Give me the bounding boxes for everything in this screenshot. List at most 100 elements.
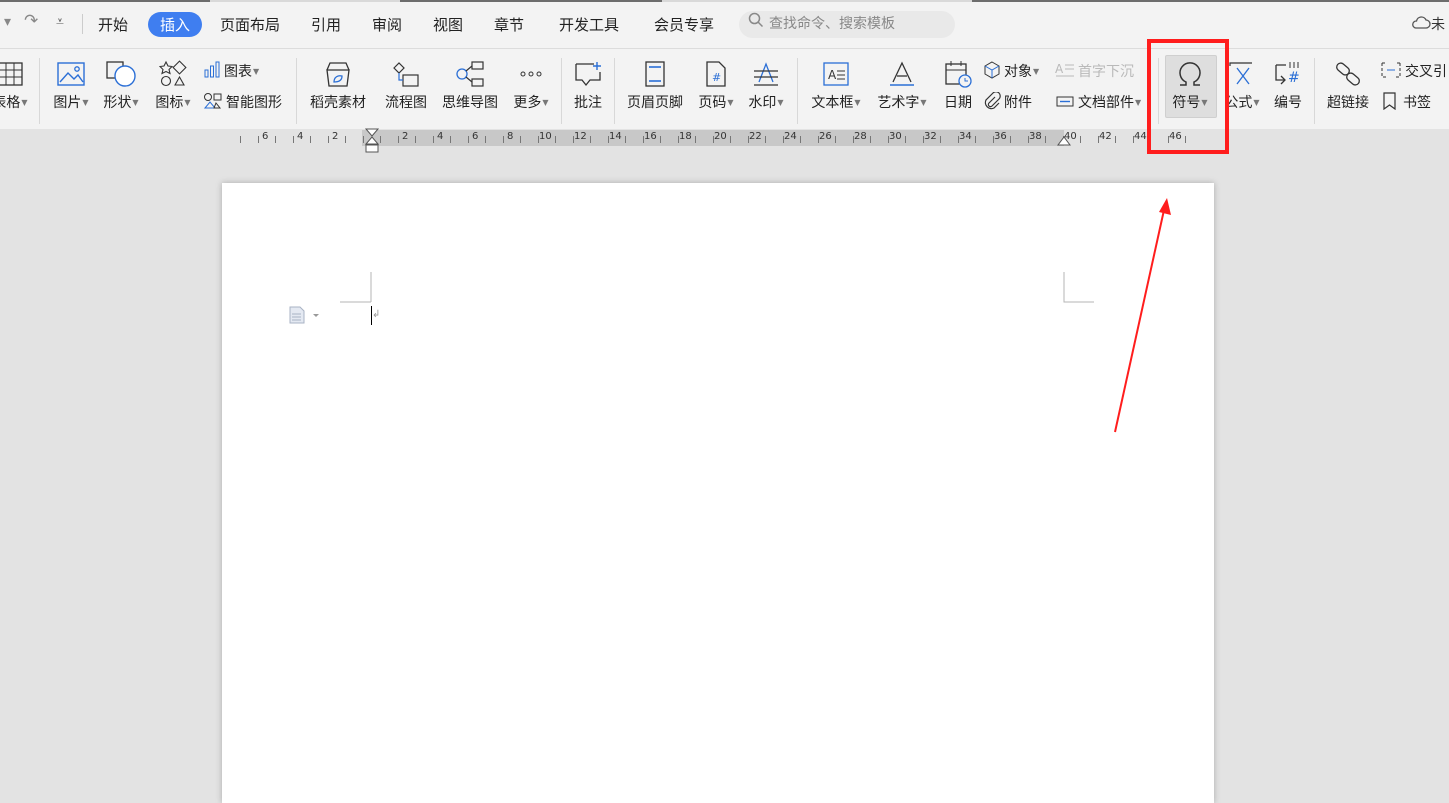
undo-dropdown-icon[interactable]: ▾ (4, 14, 11, 30)
attachment-label: 附件 (1004, 95, 1032, 111)
numbering-icon: # (1275, 62, 1300, 86)
ruler-number: 38 (1029, 131, 1042, 142)
wordart-button[interactable]: 艺术字▼ (872, 60, 932, 112)
ruler-tick (520, 136, 521, 143)
smart-graphic-button[interactable]: 智能图形 (203, 92, 282, 112)
bookmark-icon (1383, 92, 1396, 111)
ruler-number: 32 (924, 131, 937, 142)
crossref-icon (1381, 62, 1401, 78)
ruler-tick (450, 136, 451, 143)
ruler-tick (1098, 136, 1099, 143)
ruler-tick (293, 136, 294, 143)
more-button[interactable]: 更多▼ (508, 60, 554, 112)
flowchart-label: 流程图 (385, 95, 427, 111)
watermark-button[interactable]: 水印▼ (744, 60, 788, 112)
ruler-number: 2 (332, 131, 339, 142)
bookmark-button[interactable]: 书签 (1380, 92, 1431, 112)
shape-button[interactable]: 形状▼ (98, 60, 144, 112)
tab-developer[interactable]: 开发工具 (559, 14, 619, 35)
svg-text:A: A (1055, 62, 1064, 76)
ruler-tick (468, 136, 469, 143)
ruler-number: 16 (644, 131, 657, 142)
cube-icon (984, 61, 1000, 79)
dropcap-label: 首字下沉 (1078, 64, 1134, 80)
date-label: 日期 (944, 95, 972, 111)
ruler-tick (345, 136, 346, 143)
cloud-icon (1412, 16, 1431, 29)
customize-toolbar-icon[interactable]: ⩡ (56, 14, 64, 30)
link-icon (1336, 62, 1360, 86)
chart-button[interactable]: 图表▼ (203, 61, 259, 81)
ruler-tick (608, 136, 609, 143)
material-store-icon (326, 62, 350, 87)
hyperlink-button[interactable]: 超链接 (1322, 60, 1374, 112)
search-input[interactable]: 查找命令、搜索模板 (739, 11, 955, 38)
ruler-tick (783, 136, 784, 143)
tab-page-layout[interactable]: 页面布局 (220, 14, 280, 35)
header-footer-icon (645, 61, 665, 87)
ruler-number: 28 (854, 131, 867, 142)
crossref-button[interactable]: 交叉引 (1380, 61, 1447, 81)
ruler-number: 2 (402, 131, 409, 142)
more-dots-icon (520, 71, 542, 77)
ruler-tick (380, 136, 381, 143)
dropcap-button[interactable]: A 首字下沉 (1055, 61, 1134, 81)
icon-library-label: 图标 (155, 95, 184, 111)
indent-marker-icon[interactable] (365, 128, 379, 154)
cloud-status[interactable]: 未 (1411, 14, 1445, 34)
tab-member[interactable]: 会员专享 (654, 14, 714, 35)
paragraph-layout-icon[interactable] (289, 306, 323, 324)
ruler-tick (713, 136, 714, 143)
textbox-button[interactable]: A 文本框▼ (806, 60, 866, 112)
daoke-material-button[interactable]: 稻壳素材 (304, 60, 372, 112)
ruler-tick (1010, 136, 1011, 143)
date-button[interactable]: 日期 (938, 60, 978, 112)
daoke-material-label: 稻壳素材 (310, 95, 366, 111)
tab-references[interactable]: 引用 (311, 14, 341, 35)
ruler-tick (1133, 136, 1134, 143)
tab-indicator (972, 0, 1449, 2)
right-indent-marker-icon[interactable] (1057, 129, 1071, 147)
doc-parts-label: 文档部件 (1078, 95, 1134, 111)
mindmap-label: 思维导图 (442, 95, 498, 111)
table-button[interactable]: 表格▼ (0, 60, 32, 112)
header-footer-button[interactable]: 页眉页脚 (622, 60, 688, 112)
comment-button[interactable]: 批注 (566, 60, 610, 112)
redo-icon[interactable]: ↷ (24, 11, 38, 31)
divider (39, 58, 40, 124)
ruler-number: 6 (262, 131, 269, 142)
comment-icon (575, 62, 601, 87)
tab-home[interactable]: 开始 (98, 14, 128, 35)
ruler-tick (1045, 136, 1046, 143)
tab-insert[interactable]: 插入 (148, 12, 203, 37)
doc-parts-button[interactable]: 文档部件▼ (1055, 92, 1141, 112)
ruler-tick (748, 136, 749, 143)
picture-button[interactable]: 图片▼ (48, 60, 94, 112)
object-button[interactable]: 对象▼ (983, 61, 1039, 81)
mindmap-button[interactable]: 思维导图 (438, 60, 502, 112)
ruler-tick (695, 136, 696, 143)
ruler-tick (275, 136, 276, 143)
ruler-tick (415, 136, 416, 143)
icon-library-button[interactable]: 图标▼ (150, 60, 196, 112)
comment-label: 批注 (574, 95, 602, 111)
ruler-number: 22 (749, 131, 762, 142)
wordart-icon (890, 61, 914, 86)
shape-label: 形状 (103, 95, 132, 111)
doc-parts-icon (1056, 96, 1074, 107)
tab-view[interactable]: 视图 (433, 14, 463, 35)
attachment-button[interactable]: 附件 (983, 91, 1032, 112)
ruler-number: 44 (1134, 131, 1147, 142)
ruler-tick (678, 136, 679, 143)
numbering-button[interactable]: # 编号 (1268, 60, 1308, 112)
ruler-number: 4 (297, 131, 304, 142)
formula-icon (1229, 62, 1252, 85)
page-number-button[interactable]: # 页码▼ (694, 60, 738, 112)
ruler-number: 18 (679, 131, 692, 142)
textbox-label: 文本框 (811, 95, 854, 111)
calendar-icon (945, 61, 972, 88)
tab-section[interactable]: 章节 (494, 14, 524, 35)
tab-review[interactable]: 审阅 (372, 14, 402, 35)
flowchart-button[interactable]: 流程图 (380, 60, 432, 112)
ruler-number: 14 (609, 131, 622, 142)
